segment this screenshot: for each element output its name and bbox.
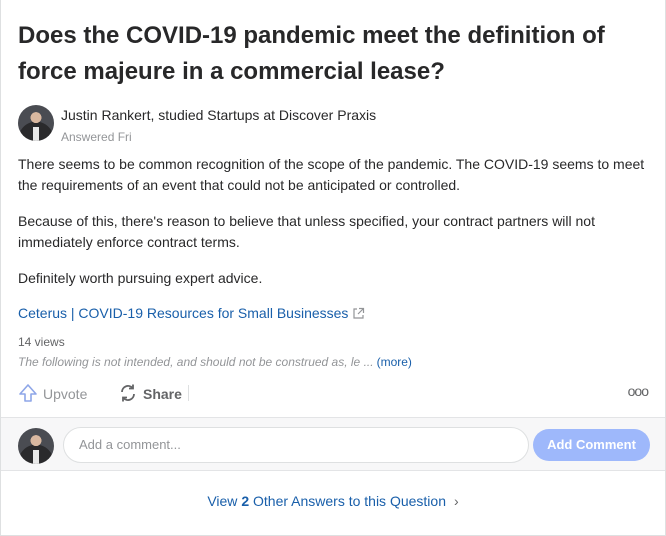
view-other-answers-link[interactable]: View 2 Other Answers to this Question › — [1, 472, 665, 530]
upvote-label: Upvote — [43, 386, 88, 402]
upvote-arrow-icon — [19, 384, 37, 402]
action-bar: Upvote Share ooo — [18, 381, 650, 407]
resource-link[interactable]: Ceterus | COVID-19 Resources for Small B… — [18, 305, 365, 323]
comment-input[interactable]: Add a comment... — [63, 427, 529, 463]
avatar-shirt — [33, 127, 39, 141]
answered-date[interactable]: Answered Fri — [61, 130, 132, 144]
answer-paragraph: There seems to be common recognition of … — [18, 156, 645, 193]
author-name[interactable]: Justin Rankert, studied Startups at Disc… — [61, 107, 376, 123]
answer-paragraph: Because of this, there's reason to belie… — [18, 213, 595, 250]
external-link-icon — [352, 307, 365, 323]
more-link[interactable]: (more) — [377, 355, 412, 369]
resource-link-text[interactable]: Ceterus | COVID-19 Resources for Small B… — [18, 305, 348, 321]
other-answers-count: 2 — [241, 493, 250, 509]
view-count: 14 views — [18, 335, 65, 349]
add-comment-button[interactable]: Add Comment — [533, 429, 650, 461]
disclaimer-snippet: The following is not intended, and shoul… — [18, 355, 374, 369]
question-title[interactable]: Does the COVID-19 pandemic meet the defi… — [18, 18, 648, 90]
share-label: Share — [143, 386, 182, 402]
overflow-menu-icon[interactable]: ooo — [628, 383, 649, 399]
view-more-prefix: View — [207, 493, 238, 509]
answer-card: Does the COVID-19 pandemic meet the defi… — [0, 0, 666, 536]
author-row: Justin Rankert, studied Startups at Disc… — [18, 104, 618, 144]
view-more-suffix: Other Answers to this Question — [253, 493, 446, 509]
author-avatar[interactable] — [18, 105, 54, 141]
action-divider — [188, 385, 189, 401]
user-avatar — [18, 428, 54, 464]
share-icon — [121, 384, 135, 402]
avatar-shirt — [33, 450, 39, 464]
comment-bar: Add a comment... Add Comment — [1, 417, 665, 471]
answer-paragraph: Definitely worth pursuing expert advice. — [18, 270, 263, 286]
share-button[interactable]: Share — [118, 383, 182, 403]
chevron-right-icon: › — [453, 493, 459, 509]
disclaimer-text: The following is not intended, and shoul… — [18, 355, 412, 369]
upvote-button[interactable]: Upvote — [18, 383, 87, 403]
